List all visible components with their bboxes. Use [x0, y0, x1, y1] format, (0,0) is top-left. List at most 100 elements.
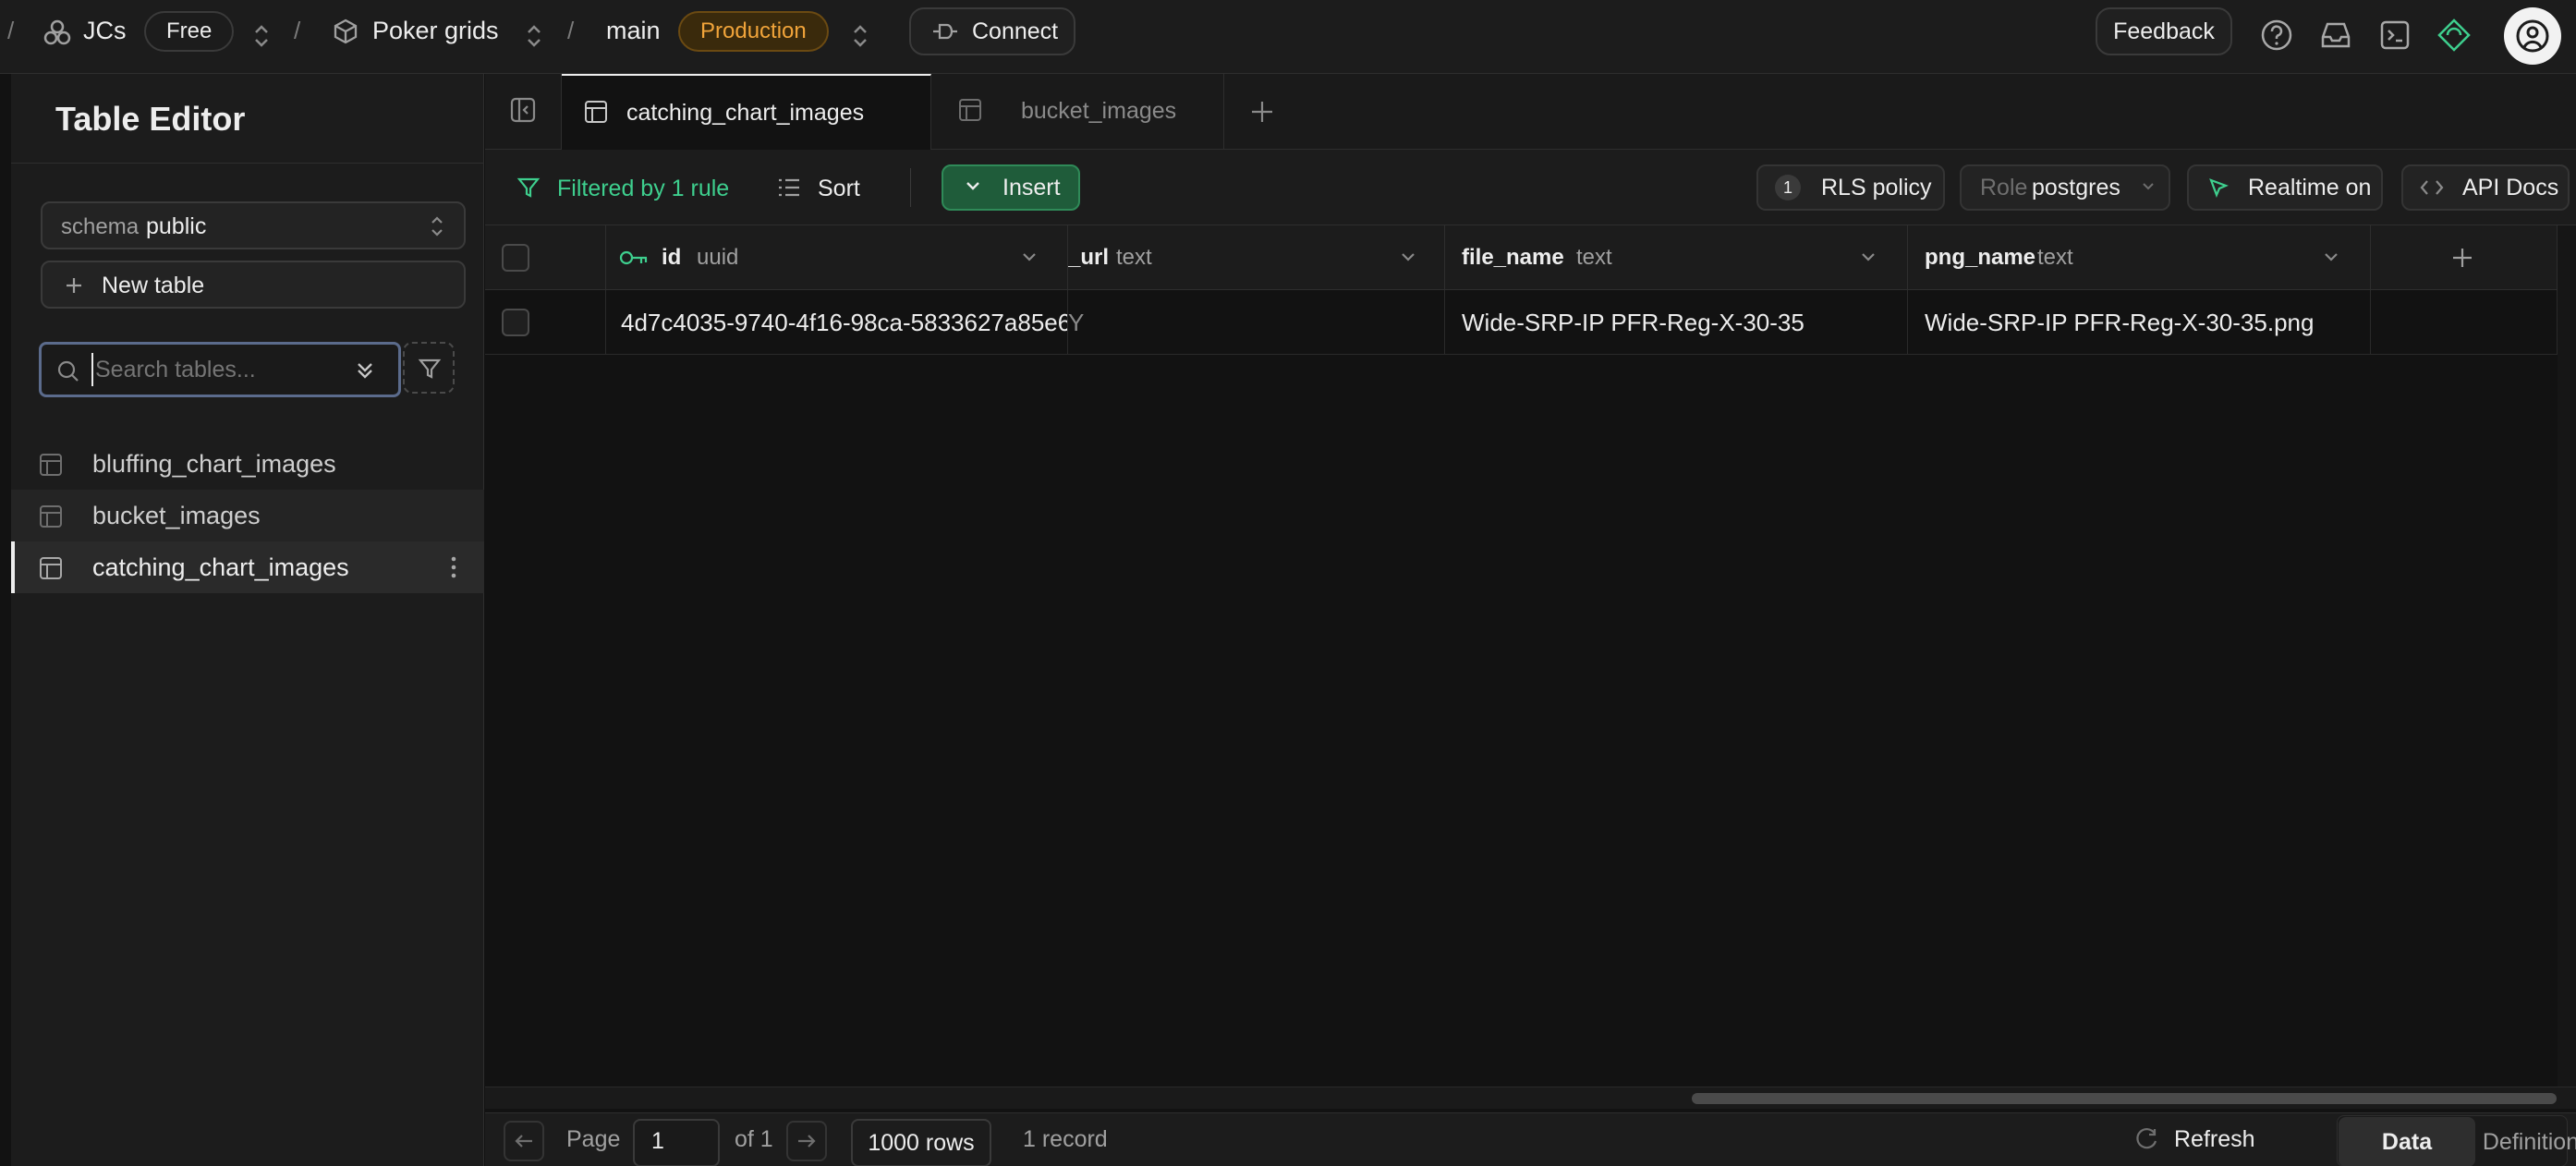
project-name[interactable]: Poker grids [372, 17, 499, 45]
user-avatar[interactable] [2504, 7, 2561, 65]
schema-value: public [146, 213, 207, 239]
connect-button[interactable]: Connect [909, 7, 1075, 55]
table-icon [584, 100, 608, 124]
inbox-icon[interactable] [2317, 17, 2358, 57]
search-tables-field[interactable] [39, 342, 401, 397]
page-label: Page [566, 1126, 621, 1152]
role-label: Role [1980, 175, 2028, 200]
sidebar-item-bluffing-chart-images[interactable]: bluffing_chart_images [11, 438, 484, 490]
select-all-header [485, 225, 606, 290]
help-icon[interactable] [2258, 17, 2299, 57]
plug-icon [931, 20, 959, 43]
sidebar-item-catching-chart-images[interactable]: catching_chart_images [11, 541, 484, 593]
filter-icon [516, 176, 541, 200]
api-docs-label: API Docs [2462, 175, 2559, 200]
tab-bucket-images[interactable]: bucket_images [932, 74, 1224, 150]
prev-page-button[interactable] [504, 1121, 544, 1161]
connect-label: Connect [972, 18, 1059, 44]
horizontal-scrollbar-thumb[interactable] [1692, 1093, 2557, 1104]
chevrons-down-icon[interactable] [352, 358, 378, 383]
org-icon [43, 18, 72, 48]
chevron-updown-icon [427, 213, 447, 240]
divider [910, 168, 911, 207]
sidebar-item-bucket-images[interactable]: bucket_images [11, 490, 484, 541]
column-header-png-name[interactable]: png_name text [1908, 225, 2371, 290]
schema-select[interactable]: schema public [41, 201, 466, 249]
search-tables-input[interactable] [91, 353, 332, 386]
table-tabs: catching_chart_images bucket_images [485, 74, 2576, 150]
table-icon [39, 504, 63, 528]
page-input[interactable]: 1 [633, 1119, 720, 1166]
table-toolbar: Filtered by 1 rule Sort Insert 1 RLS pol… [485, 150, 2576, 225]
filter-icon [418, 357, 442, 381]
insert-button[interactable]: Insert [942, 164, 1080, 211]
assistant-diamond-icon[interactable] [2436, 17, 2476, 57]
chevron-down-icon[interactable] [1859, 251, 1877, 264]
cell-png-name[interactable]: Wide-SRP-IP PFR-Reg-X-30-35.png [1908, 290, 2371, 355]
org-name[interactable]: JCs [83, 17, 127, 45]
feedback-button[interactable]: Feedback [2096, 7, 2232, 55]
tab-data[interactable]: Data [2339, 1117, 2475, 1166]
add-column-header[interactable] [2371, 225, 2558, 290]
data-grid: id uuid _url text file_name text png_nam… [485, 225, 2576, 1109]
column-header-file-name[interactable]: file_name text [1445, 225, 1908, 290]
cell-file-name[interactable]: Wide-SRP-IP PFR-Reg-X-30-35 [1445, 290, 1908, 355]
active-indicator [11, 541, 15, 593]
cell-empty [2371, 290, 2558, 355]
rows-per-page-select[interactable]: 1000 rows [851, 1119, 991, 1166]
breadcrumb-separator: / [7, 17, 15, 44]
column-name: file_name [1462, 245, 1564, 270]
add-tab-icon[interactable] [1248, 98, 1276, 126]
vertical-scrollbar-track[interactable] [2558, 225, 2576, 1087]
chevron-down-icon[interactable] [1399, 251, 1417, 264]
user-icon [2516, 19, 2549, 53]
chevron-down-icon[interactable] [2322, 251, 2340, 264]
role-value: postgres [2032, 175, 2120, 200]
realtime-button[interactable]: Realtime on [2187, 164, 2383, 211]
new-table-label: New table [102, 273, 205, 298]
filter-tables-button[interactable] [403, 342, 455, 394]
column-header-id[interactable]: id uuid [606, 225, 1068, 290]
column-header-url[interactable]: _url text [1068, 225, 1445, 290]
cell-value: Wide-SRP-IP PFR-Reg-X-30-35.png [1925, 309, 2315, 336]
branch-name[interactable]: main [606, 17, 661, 45]
plan-badge: Free [144, 11, 235, 52]
column-type: text [1116, 245, 1152, 270]
horizontal-scrollbar-track [485, 1087, 2576, 1109]
column-name: _url [1068, 245, 1110, 270]
breadcrumb-separator: / [294, 17, 301, 44]
api-docs-button[interactable]: API Docs [2401, 164, 2570, 211]
column-type: text [2037, 245, 2073, 270]
cell-id[interactable]: 4d7c4035-9740-4f16-98ca-5833627a85e6 [606, 290, 1068, 355]
refresh-icon [2133, 1126, 2159, 1152]
cell-url[interactable]: Y [1068, 290, 1445, 355]
cell-value: 4d7c4035-9740-4f16-98ca-5833627a85e6 [621, 309, 1068, 336]
tab-definition[interactable]: Definition [2475, 1117, 2576, 1166]
branch-switcher-icon[interactable] [850, 20, 870, 52]
role-select[interactable]: Role postgres [1960, 164, 2170, 211]
chevron-down-icon[interactable] [1020, 251, 1039, 264]
table-icon [39, 453, 63, 477]
search-icon [56, 359, 80, 383]
cursor-arrow-icon [2207, 176, 2230, 199]
sidebar-item-label: catching_chart_images [92, 553, 349, 581]
sidebar: Table Editor schema public New table blu… [11, 74, 484, 1166]
divider [11, 163, 484, 164]
org-switcher-icon[interactable] [251, 20, 272, 52]
column-type: uuid [697, 245, 739, 270]
table-row-select [485, 290, 606, 355]
rls-policy-button[interactable]: 1 RLS policy [1756, 164, 1945, 211]
rls-count-badge: 1 [1775, 175, 1801, 200]
next-page-button[interactable] [786, 1121, 827, 1161]
collapse-sidebar-icon[interactable] [509, 96, 537, 124]
more-vertical-icon[interactable] [449, 554, 458, 580]
arrow-left-icon [514, 1133, 534, 1149]
select-all-checkbox[interactable] [502, 244, 529, 272]
new-table-button[interactable]: New table [41, 261, 466, 309]
tab-catching-chart-images[interactable]: catching_chart_images [562, 74, 931, 150]
row-checkbox[interactable] [502, 309, 529, 336]
chevron-down-icon [2141, 181, 2156, 192]
terminal-icon[interactable] [2376, 17, 2417, 57]
sidebar-item-label: bluffing_chart_images [92, 450, 336, 478]
project-switcher-icon[interactable] [524, 20, 544, 52]
